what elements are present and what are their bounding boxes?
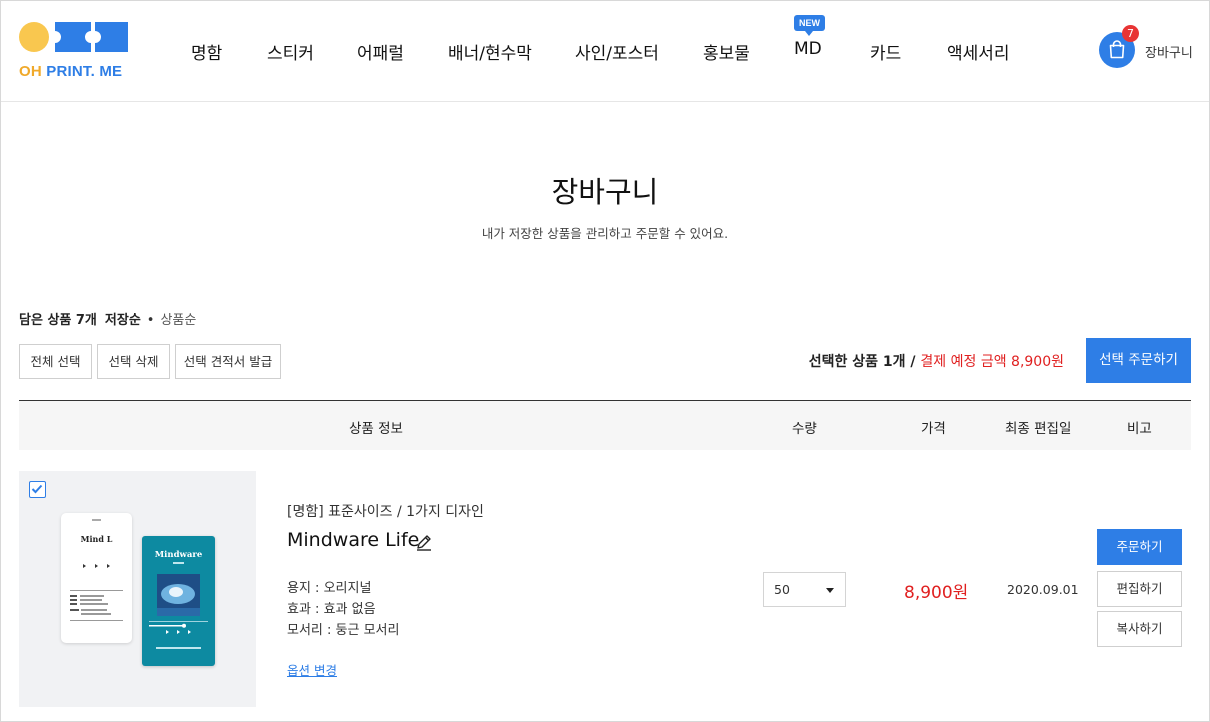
item-count: 담은 상품 7개 — [19, 313, 97, 328]
sort-by-product[interactable]: 상품순 — [160, 313, 196, 328]
edit-button[interactable]: 편집하기 — [1097, 571, 1182, 607]
nav-item-sign-poster[interactable]: 사인/포스터 — [575, 39, 659, 64]
item-checkbox[interactable] — [29, 481, 46, 498]
sort-separator: • — [146, 313, 155, 328]
col-header-price: 가격 — [921, 421, 946, 437]
cart-label[interactable]: 장바구니 — [1145, 42, 1193, 61]
order-button[interactable]: 주문하기 — [1097, 529, 1182, 565]
col-header-note: 비고 — [1127, 421, 1152, 437]
new-badge: NEW — [794, 15, 825, 36]
card-front-preview: Mind L — [61, 513, 132, 643]
logo[interactable]: OH PRINT. ME — [19, 20, 131, 80]
item-price: 8,900원 — [904, 583, 969, 603]
cart-count-badge: 7 — [1122, 25, 1139, 42]
option-change-link[interactable]: 옵션 변경 — [287, 660, 337, 679]
nav-item-promo[interactable]: 홍보물 — [703, 39, 750, 64]
cart-summary: 담은 상품 7개 저장순 • 상품순 — [19, 309, 196, 328]
sort-by-saved[interactable]: 저장순 — [105, 313, 141, 328]
quote-selected-button[interactable]: 선택 견적서 발급 — [175, 344, 281, 379]
page-title: 장바구니 — [551, 175, 659, 209]
copy-button[interactable]: 복사하기 — [1097, 611, 1182, 647]
site-header: OH PRINT. ME 명함 스티커 어패럴 배너/현수막 사인/포스터 홍보… — [1, 1, 1209, 102]
logo-mark-icon — [19, 22, 128, 52]
pencil-icon[interactable] — [415, 533, 433, 551]
chevron-down-icon — [826, 588, 834, 593]
selection-summary: 선택한 상품 1개 / 결제 예정 금액 8,900원 — [809, 351, 1064, 371]
page-frame: OH PRINT. ME 명함 스티커 어패럴 배너/현수막 사인/포스터 홍보… — [0, 0, 1210, 722]
page-subtitle: 내가 저장한 상품을 관리하고 주문할 수 있어요. — [481, 226, 729, 241]
col-header-qty: 수량 — [792, 421, 817, 437]
nav-item-business-card[interactable]: 명함 — [191, 39, 222, 64]
option-paper: 용지 : 오리지널 — [287, 581, 372, 596]
product-name: Mindware Life — [287, 529, 420, 551]
col-header-info: 상품 정보 — [349, 421, 403, 437]
product-thumbnail[interactable] — [19, 471, 256, 707]
nav-item-sticker[interactable]: 스티커 — [267, 39, 314, 64]
nav-item-banner[interactable]: 배너/현수막 — [448, 39, 532, 64]
selection-count: 선택한 상품 1개 / — [808, 354, 921, 370]
quantity-value: 50 — [774, 582, 790, 597]
nav-item-md[interactable]: MD — [794, 39, 822, 59]
option-corner: 모서리 : 둥근 모서리 — [287, 623, 400, 638]
card-front-graphic — [70, 519, 123, 621]
nav-item-card[interactable]: 카드 — [870, 39, 901, 64]
order-selected-button[interactable]: 선택 주문하기 — [1086, 338, 1191, 383]
card-back-preview: Mindware — [142, 536, 215, 666]
payment-amount: 결제 예정 금액 8,900원 — [920, 354, 1064, 370]
option-effect: 효과 : 효과 없음 — [287, 602, 376, 617]
card-back-graphic — [149, 562, 208, 649]
check-icon — [31, 484, 43, 494]
nav-item-accessory[interactable]: 액세서리 — [947, 39, 1010, 64]
col-header-date: 최종 편집일 — [1005, 421, 1072, 437]
product-category: [명함] 표준사이즈 / 1가지 디자인 — [287, 504, 484, 520]
quantity-select[interactable]: 50 — [763, 572, 846, 607]
last-edited-date: 2020.09.01 — [1007, 582, 1079, 597]
nav-item-apparel[interactable]: 어패럴 — [357, 39, 404, 64]
logo-text: OH PRINT. ME — [19, 63, 123, 80]
delete-selected-button[interactable]: 선택 삭제 — [97, 344, 170, 379]
select-all-button[interactable]: 전체 선택 — [19, 344, 92, 379]
table-header: 상품 정보 수량 가격 최종 편집일 비고 — [19, 400, 1191, 450]
